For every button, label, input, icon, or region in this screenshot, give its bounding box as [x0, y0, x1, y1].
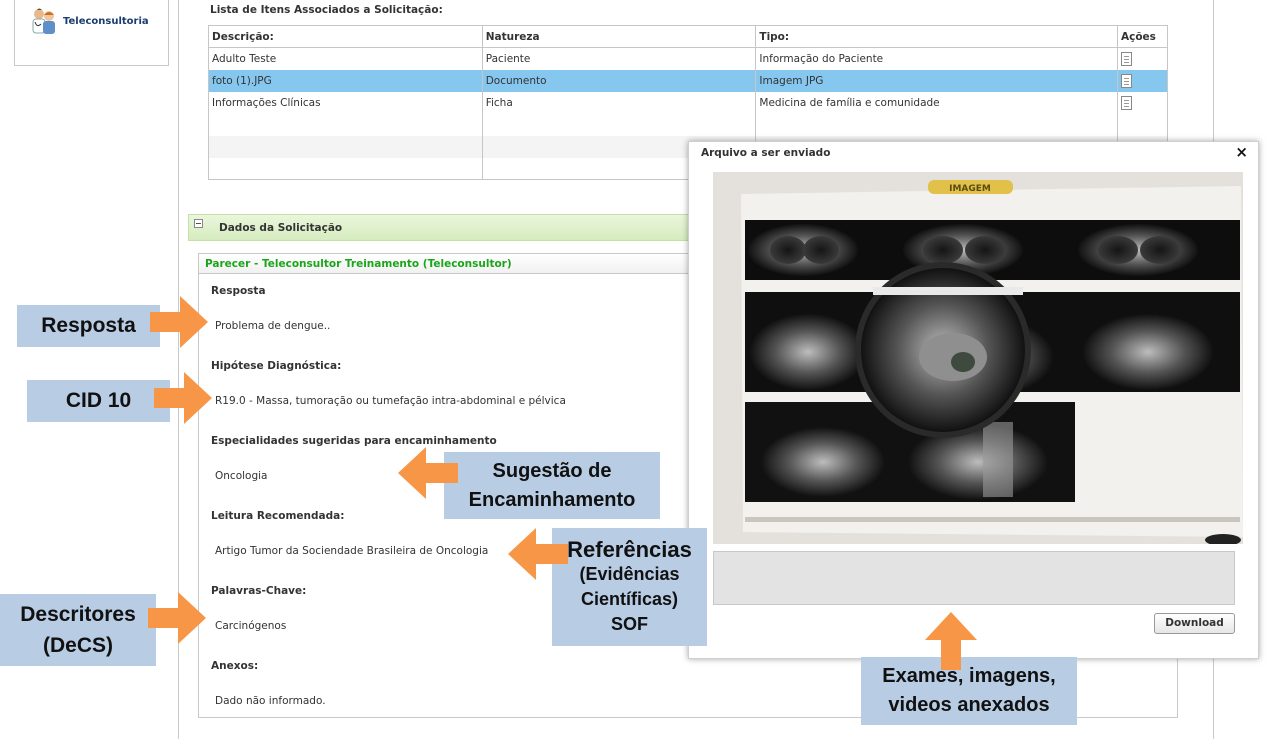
hipotese-label: Hipótese Diagnóstica:	[211, 360, 342, 372]
arrow-left-icon	[398, 447, 458, 499]
cell-natureza: Documento	[481, 69, 757, 92]
callout-exames-line2: videos anexados	[888, 694, 1050, 716]
cell-descricao: Adulto Teste	[208, 47, 483, 70]
especialidades-value: Oncologia	[215, 470, 268, 482]
palavras-chave-label: Palavras-Chave:	[211, 585, 307, 597]
leitura-value: Artigo Tumor da Sociendade Brasileira de…	[215, 545, 489, 557]
callout-sugestao-line2: Encaminhamento	[468, 488, 636, 511]
callout-sugestao: Sugestão de Encaminhamento	[444, 452, 660, 519]
col-header-acoes: Ações	[1116, 25, 1169, 48]
file-preview-modal: Arquivo a ser enviado × IMAGEM Download	[688, 141, 1259, 659]
cell-acoes	[1116, 91, 1169, 114]
caption-field[interactable]	[713, 551, 1235, 605]
cell-tipo: Informação do Paciente	[755, 47, 1118, 70]
table-header-row: Descrição: Natureza Tipo: Ações	[208, 25, 1169, 48]
callout-referencias-line3: Científicas)	[580, 589, 679, 609]
table-row-empty	[208, 113, 1169, 136]
arrow-right-icon	[154, 372, 212, 424]
items-list-title: Lista de Itens Associados a Solicitação:	[210, 4, 443, 16]
sidebar-item-teleconsultoria[interactable]: Teleconsultoria	[63, 16, 149, 27]
callout-referencias: Referências (Evidências Científicas) SOF	[552, 528, 707, 646]
arrow-right-icon	[148, 592, 206, 644]
cell-natureza: Paciente	[481, 47, 757, 70]
cell-acoes	[1116, 47, 1169, 70]
callout-descritores-line1: Descritores	[20, 603, 136, 626]
anexos-value: Dado não informado.	[215, 695, 326, 707]
callout-descritores: Descritores (DeCS)	[0, 594, 156, 666]
close-icon[interactable]: ×	[1235, 143, 1248, 161]
leitura-label: Leitura Recomendada:	[211, 510, 345, 522]
col-header-descricao: Descrição:	[208, 25, 483, 48]
anexos-label: Anexos:	[211, 660, 259, 672]
table-row-selected[interactable]: foto (1).JPG Documento Imagem JPG	[208, 69, 1169, 92]
callout-descritores-line2: (DeCS)	[42, 634, 113, 657]
view-document-icon[interactable]	[1120, 95, 1132, 110]
cell-natureza: Ficha	[481, 91, 757, 114]
cell-descricao: foto (1).JPG	[208, 69, 483, 92]
dados-solicitacao-section-header[interactable]: Dados da Solicitação	[188, 214, 708, 241]
callout-resposta: Resposta	[17, 305, 160, 347]
download-button[interactable]: Download	[1154, 613, 1235, 634]
doctors-icon	[29, 6, 59, 36]
arrow-right-icon	[150, 296, 208, 348]
scan-image: IMAGEM	[713, 172, 1243, 544]
col-header-tipo: Tipo:	[755, 25, 1118, 48]
palavras-chave-value: Carcinógenos	[215, 620, 287, 632]
sidebar-card: Teleconsultoria	[14, 0, 169, 66]
section-title: Dados da Solicitação	[219, 222, 343, 234]
cell-descricao: Informações Clínicas	[208, 91, 483, 114]
callout-referencias-line2: (Evidências	[579, 564, 680, 584]
cell-acoes	[1116, 69, 1169, 92]
col-header-natureza: Natureza	[481, 25, 757, 48]
arrow-left-icon	[508, 528, 568, 580]
view-document-icon[interactable]	[1120, 51, 1132, 66]
callout-referencias-line4: SOF	[610, 614, 648, 634]
callout-sugestao-line1: Sugestão de	[492, 459, 612, 482]
hipotese-value: R19.0 - Massa, tumoração ou tumefação in…	[215, 395, 566, 407]
callout-cid: CID 10	[27, 380, 170, 422]
especialidades-label: Especialidades sugeridas para encaminham…	[211, 435, 497, 447]
view-image-icon[interactable]	[1120, 73, 1132, 88]
collapse-icon[interactable]	[194, 219, 203, 228]
arrow-up-icon	[925, 612, 977, 670]
callout-resposta-text: Resposta	[41, 314, 136, 337]
scan-banner-text: IMAGEM	[949, 184, 991, 194]
modal-title: Arquivo a ser enviado	[701, 147, 831, 159]
table-row[interactable]: Informações Clínicas Ficha Medicina de f…	[208, 91, 1169, 114]
resposta-label: Resposta	[211, 285, 266, 297]
resposta-value: Problema de dengue..	[215, 320, 331, 332]
cell-tipo: Imagem JPG	[755, 69, 1118, 92]
callout-cid-text: CID 10	[65, 389, 132, 412]
callout-referencias-line1: Referências	[567, 537, 692, 562]
cell-tipo: Medicina de família e comunidade	[755, 91, 1118, 114]
table-row[interactable]: Adulto Teste Paciente Informação do Paci…	[208, 47, 1169, 70]
parecer-title: Parecer - Teleconsultor Treinamento (Tel…	[205, 258, 512, 270]
